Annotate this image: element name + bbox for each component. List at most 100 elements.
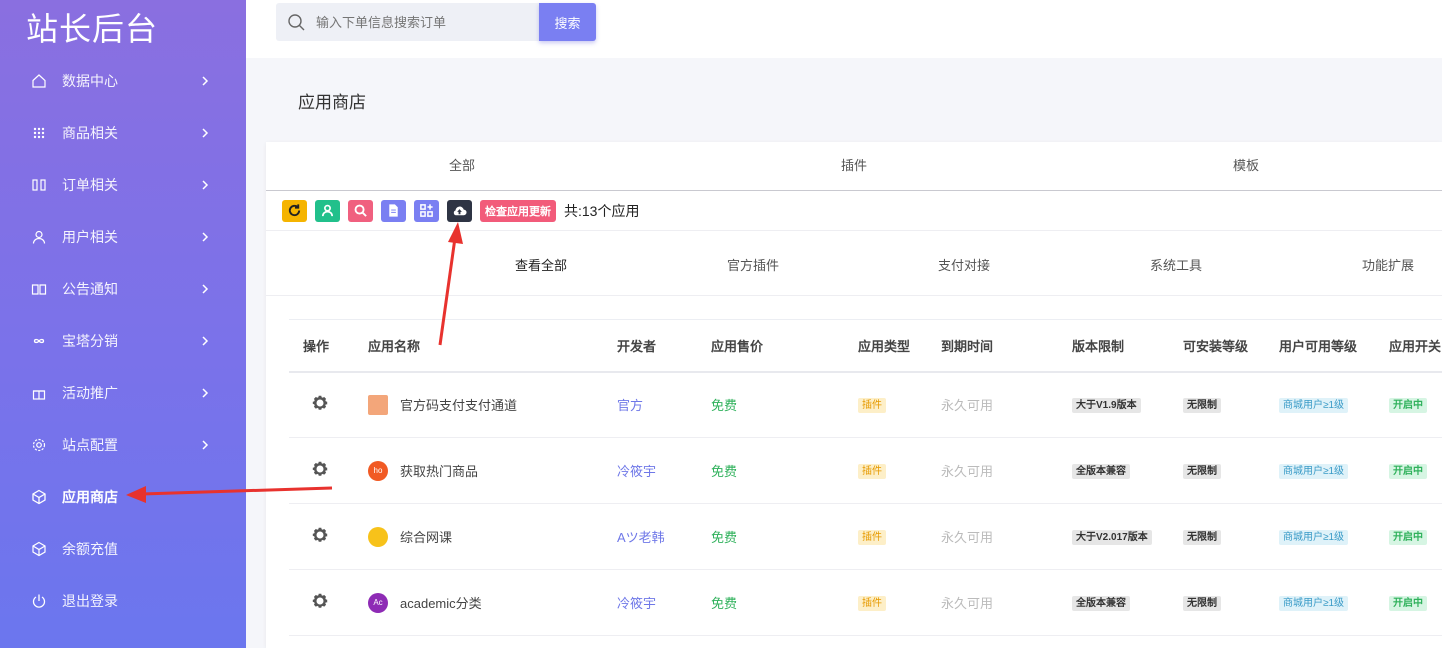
app-name: 获取热门商品 [400, 464, 479, 479]
sidebar-item-label: 应用商店 [62, 489, 118, 505]
sidebar-item-app-store[interactable]: 应用商店 [0, 471, 246, 523]
app-name: 官方码支付支付通道 [400, 398, 518, 414]
page-title: 应用商店 [298, 93, 366, 112]
refresh-button[interactable] [282, 199, 307, 222]
search-input[interactable] [316, 14, 526, 30]
sidebar-item-site-config[interactable]: 站点配置 [0, 419, 246, 471]
app-logo-icon: ho [368, 460, 388, 481]
install-level-badge: 无限制 [1183, 530, 1221, 545]
switch-badge[interactable]: 开启中 [1389, 464, 1427, 479]
chevron-right-icon [198, 386, 212, 400]
sidebar-item-label: 商品相关 [62, 125, 118, 141]
app-name: 综合网课 [400, 530, 453, 545]
sidebar-item-orders[interactable]: 订单相关 [0, 159, 246, 211]
col-header-expiry: 到期时间 [941, 338, 994, 354]
switch-badge[interactable]: 开启中 [1389, 530, 1427, 545]
table-row: 官方码支付支付通道 官方 免费 插件 永久可用 大于V1.9版本 无限制 商城用… [289, 372, 1442, 438]
sidebar-item-label: 站点配置 [62, 437, 118, 453]
expiry: 永久可用 [941, 530, 994, 545]
cloud-upload-button[interactable] [447, 199, 472, 222]
chevron-right-icon [198, 74, 212, 88]
gift-icon [30, 384, 48, 402]
search-icon [288, 14, 305, 31]
check-updates-button[interactable]: 检查应用更新 [480, 199, 556, 222]
tab-all[interactable]: 全部 [266, 142, 658, 190]
col-header-type: 应用类型 [858, 338, 911, 354]
settings-gear-icon[interactable] [310, 525, 330, 545]
type-badge: 插件 [858, 596, 886, 611]
sidebar-item-label: 订单相关 [62, 177, 118, 193]
switch-badge[interactable]: 开启中 [1389, 398, 1427, 414]
tab-plugins[interactable]: 插件 [658, 142, 1050, 190]
sidebar-item-recharge[interactable]: 余额充值 [0, 523, 246, 575]
col-header-actions: 操作 [303, 338, 330, 354]
app-logo-icon: Ac [368, 592, 388, 613]
chevron-right-icon [198, 334, 212, 348]
tab-templates[interactable]: 模板 [1050, 142, 1442, 190]
settings-gear-icon[interactable] [310, 591, 330, 611]
developer-link[interactable]: 冷筱宇 [617, 596, 656, 611]
table-header-row: 操作 应用名称 开发者 应用售价 应用类型 到期时间 版本限制 可安装等级 用户… [289, 319, 1442, 372]
search-box [276, 3, 540, 41]
category-payment[interactable]: 支付对接 [938, 255, 990, 274]
developer-link[interactable]: 冷筱宇 [617, 464, 656, 479]
sidebar-item-label: 公告通知 [62, 281, 118, 297]
home-icon [30, 72, 48, 90]
install-level-badge: 无限制 [1183, 464, 1221, 479]
col-header-user-level: 用户可用等级 [1279, 338, 1358, 354]
col-header-developer: 开发者 [617, 338, 657, 354]
search-icon [354, 204, 367, 217]
book-icon [30, 280, 48, 298]
version-badge: 大于V1.9版本 [1072, 398, 1141, 414]
app-logo-icon [368, 526, 388, 547]
apps-add-icon [420, 204, 433, 217]
sidebar-item-label: 宝塔分销 [62, 333, 118, 349]
sidebar-item-products[interactable]: 商品相关 [0, 107, 246, 159]
col-header-switch: 应用开关 [1389, 338, 1442, 354]
table-row: Ac academic分类 冷筱宇 免费 插件 永久可用 全版本兼容 无限制 商城… [289, 570, 1442, 636]
apps-add-button[interactable] [414, 199, 439, 222]
document-icon [389, 204, 398, 217]
columns-icon [30, 176, 48, 194]
chevron-right-icon [198, 282, 212, 296]
user-button[interactable] [315, 199, 340, 222]
power-icon [30, 592, 48, 610]
sidebar-item-notices[interactable]: 公告通知 [0, 263, 246, 315]
col-header-version: 版本限制 [1072, 338, 1125, 354]
user-level-badge: 商城用户≥1级 [1279, 464, 1349, 479]
document-button[interactable] [381, 199, 406, 222]
table-row: 综合网课 Aツ老韩 免费 插件 永久可用 大于V2.017版本 无限制 商城用户… [289, 504, 1442, 570]
switch-badge[interactable]: 开启中 [1389, 596, 1427, 611]
app-name: academic分类 [400, 596, 482, 611]
col-header-install-level: 可安装等级 [1183, 338, 1249, 354]
sidebar-item-distribution[interactable]: 宝塔分销 [0, 315, 246, 367]
sidebar-item-label: 退出登录 [62, 593, 118, 609]
settings-gear-icon[interactable] [310, 393, 330, 413]
expiry: 永久可用 [941, 596, 994, 611]
category-official-plugins[interactable]: 官方插件 [727, 255, 779, 274]
user-level-badge: 商城用户≥1级 [1279, 530, 1349, 545]
app-store-card: 全部 插件 模板 检查应用更新 共:13个应用 查看全部 官方插件 支付对接 系… [266, 142, 1442, 648]
expiry: 永久可用 [941, 398, 994, 414]
install-level-badge: 无限制 [1183, 596, 1221, 611]
user-level-badge: 商城用户≥1级 [1279, 596, 1349, 611]
price: 免费 [711, 596, 738, 611]
category-all[interactable]: 查看全部 [515, 255, 567, 274]
sidebar-item-logout[interactable]: 退出登录 [0, 575, 246, 627]
gear-icon [30, 436, 48, 454]
search-apps-button[interactable] [348, 199, 373, 222]
category-extensions[interactable]: 功能扩展 [1362, 255, 1414, 274]
apps-table: 操作 应用名称 开发者 应用售价 应用类型 到期时间 版本限制 可安装等级 用户… [289, 319, 1442, 636]
sidebar-item-users[interactable]: 用户相关 [0, 211, 246, 263]
price: 免费 [711, 398, 738, 414]
settings-gear-icon[interactable] [310, 459, 330, 479]
app-logo-icon [368, 394, 388, 415]
user-icon [30, 228, 48, 246]
developer-link[interactable]: Aツ老韩 [617, 530, 665, 545]
developer-link[interactable]: 官方 [617, 398, 643, 413]
user-level-badge: 商城用户≥1级 [1279, 398, 1349, 414]
search-button[interactable]: 搜索 [539, 3, 596, 41]
category-system-tools[interactable]: 系统工具 [1150, 255, 1202, 274]
sidebar-item-promotion[interactable]: 活动推广 [0, 367, 246, 419]
sidebar-item-data-center[interactable]: 数据中心 [0, 55, 246, 107]
